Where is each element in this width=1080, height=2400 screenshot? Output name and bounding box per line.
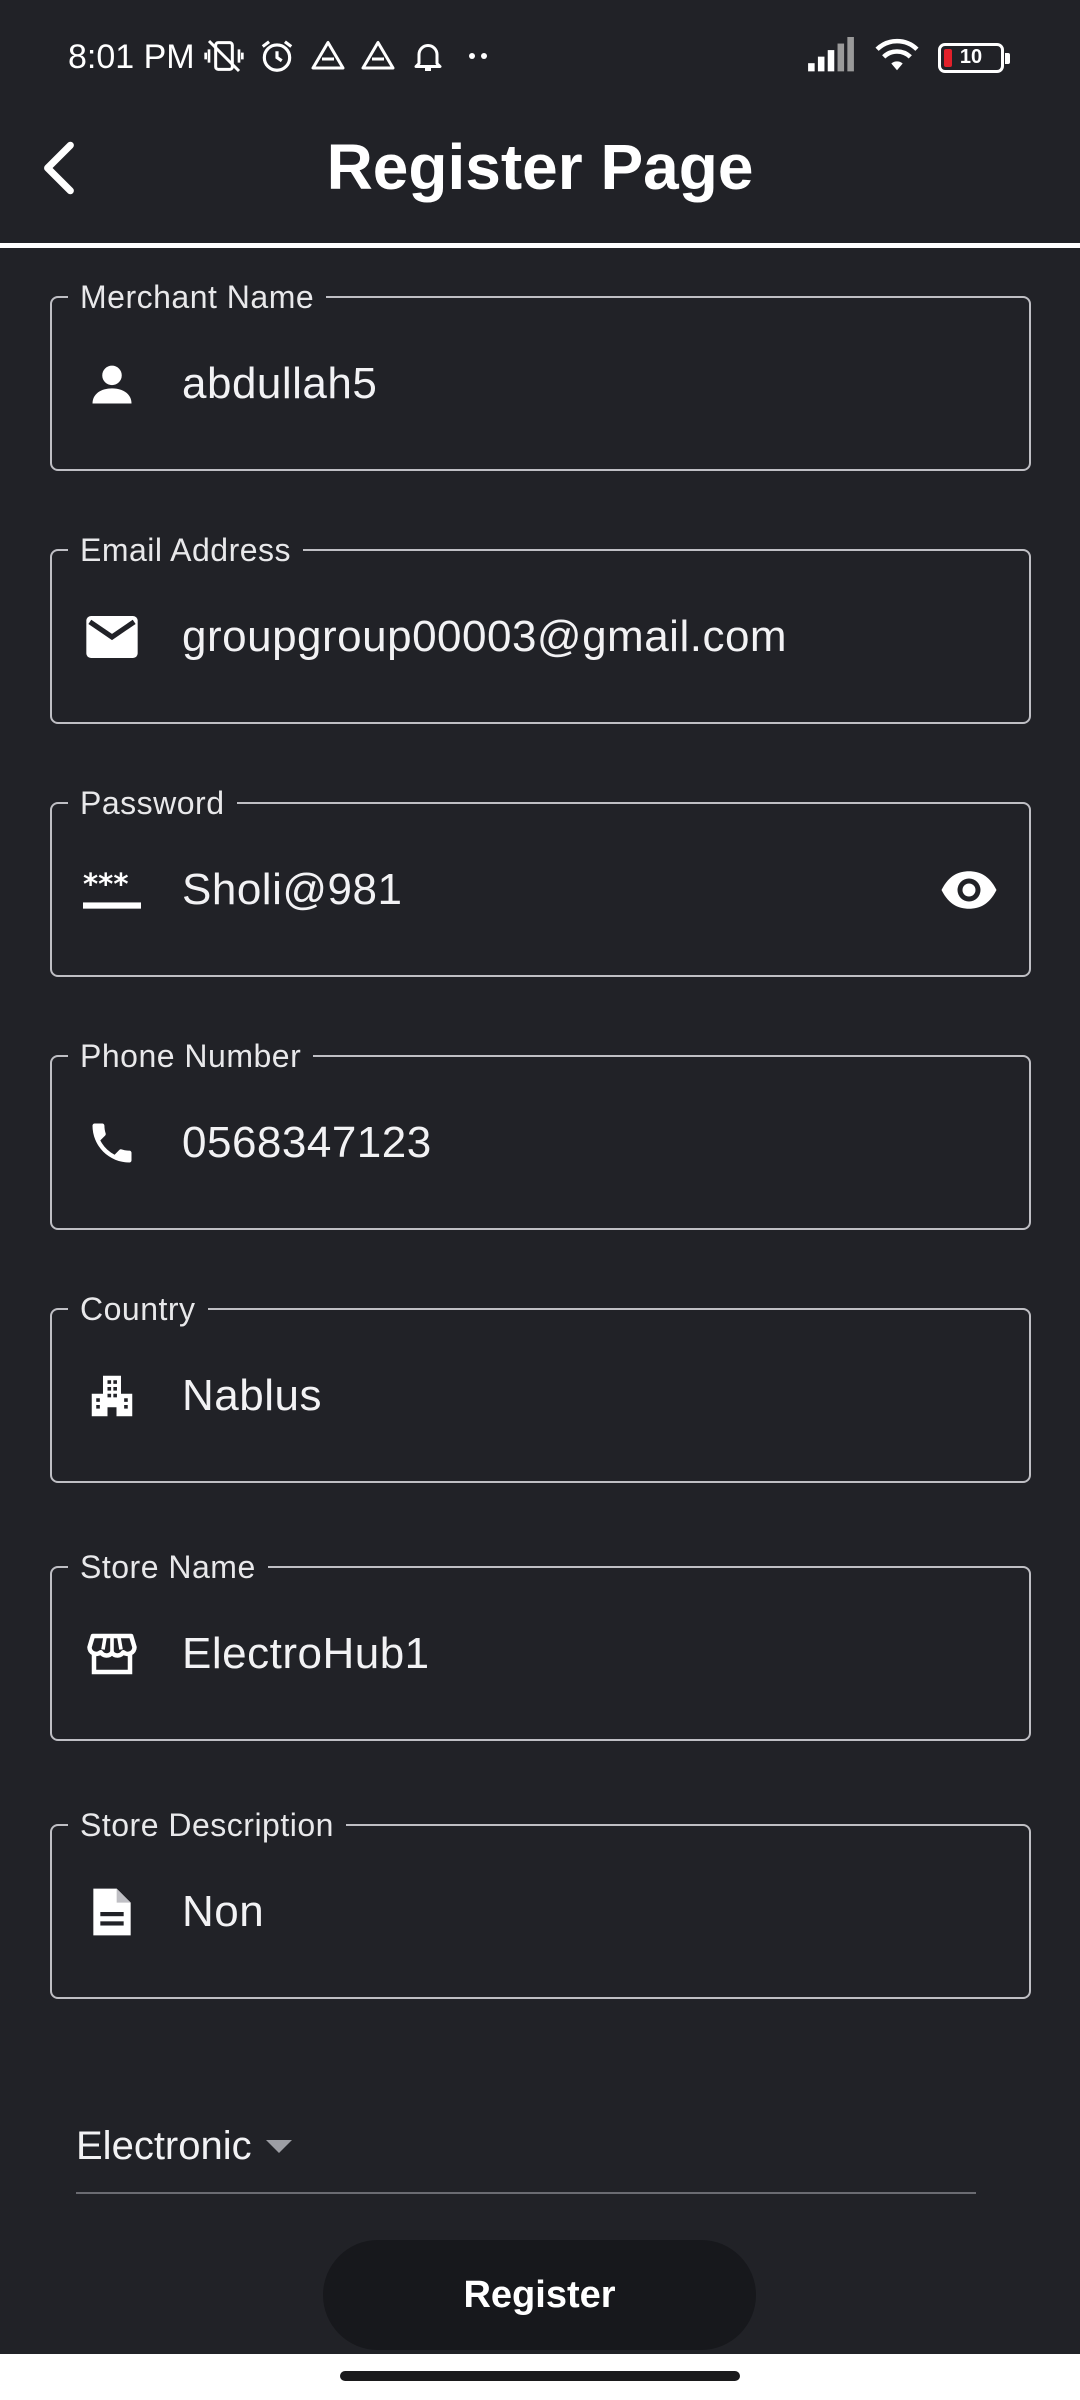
city-icon — [82, 1366, 142, 1426]
person-icon — [82, 354, 142, 414]
store-description-field[interactable]: Store Description Non — [50, 1807, 1031, 1999]
merchant-name-label: Merchant Name — [68, 279, 327, 315]
app-bar: Register Page — [0, 118, 1080, 246]
status-bar: 8:01 PM 10 — [0, 0, 1080, 118]
drive-icon — [360, 38, 396, 79]
store-name-input[interactable]: ElectroHub1 — [182, 1626, 430, 1682]
store-name-field[interactable]: Store Name ElectroHub1 — [50, 1549, 1031, 1741]
vibrate-off-icon — [204, 36, 244, 81]
status-time: 8:01 PM — [68, 38, 195, 76]
phone-label: Phone Number — [68, 1038, 314, 1074]
svg-text:***: *** — [83, 869, 129, 901]
alarm-icon — [258, 37, 296, 80]
store-name-label: Store Name — [68, 1549, 268, 1585]
dropdown-arrow-icon — [266, 2140, 292, 2153]
store-description-label: Store Description — [68, 1807, 346, 1843]
home-indicator[interactable] — [340, 2371, 740, 2381]
store-icon — [82, 1624, 142, 1684]
document-icon — [82, 1882, 142, 1942]
password-input[interactable]: Sholi@981 — [182, 862, 402, 918]
password-field[interactable]: Password *** Sholi@981 — [50, 785, 1031, 977]
register-button[interactable]: Register — [323, 2240, 756, 2350]
wifi-icon — [874, 36, 920, 79]
merchant-name-input[interactable]: abdullah5 — [182, 356, 377, 412]
email-field[interactable]: Email Address groupgroup00003@gmail.com — [50, 532, 1031, 724]
app-bar-divider — [0, 243, 1080, 248]
page-title: Register Page — [326, 131, 754, 203]
battery-level: 10 — [959, 46, 983, 68]
drive-icon — [310, 38, 346, 79]
notification-icons — [204, 36, 496, 81]
system-icons: 10 — [806, 36, 1010, 79]
mail-icon — [82, 607, 142, 667]
more-dots-icon — [460, 38, 496, 79]
phone-input[interactable]: 0568347123 — [182, 1115, 432, 1171]
password-label: Password — [68, 785, 237, 821]
merchant-name-field[interactable]: Merchant Name abdullah5 — [50, 279, 1031, 471]
eye-icon[interactable] — [937, 860, 1001, 920]
bell-icon — [410, 38, 446, 79]
battery-icon: 10 — [938, 42, 1010, 73]
country-field[interactable]: Country Nablus — [50, 1291, 1031, 1483]
country-input[interactable]: Nablus — [182, 1368, 322, 1424]
phone-field[interactable]: Phone Number 0568347123 — [50, 1038, 1031, 1230]
signal-icon — [806, 37, 856, 78]
category-selected: Electronic — [76, 2124, 252, 2168]
category-dropdown[interactable]: Electronic — [76, 2112, 976, 2194]
password-icon: *** — [82, 860, 142, 920]
email-input[interactable]: groupgroup00003@gmail.com — [182, 609, 787, 665]
country-label: Country — [68, 1291, 208, 1327]
phone-icon — [82, 1113, 142, 1173]
store-description-input[interactable]: Non — [182, 1884, 264, 1940]
email-label: Email Address — [68, 532, 304, 568]
